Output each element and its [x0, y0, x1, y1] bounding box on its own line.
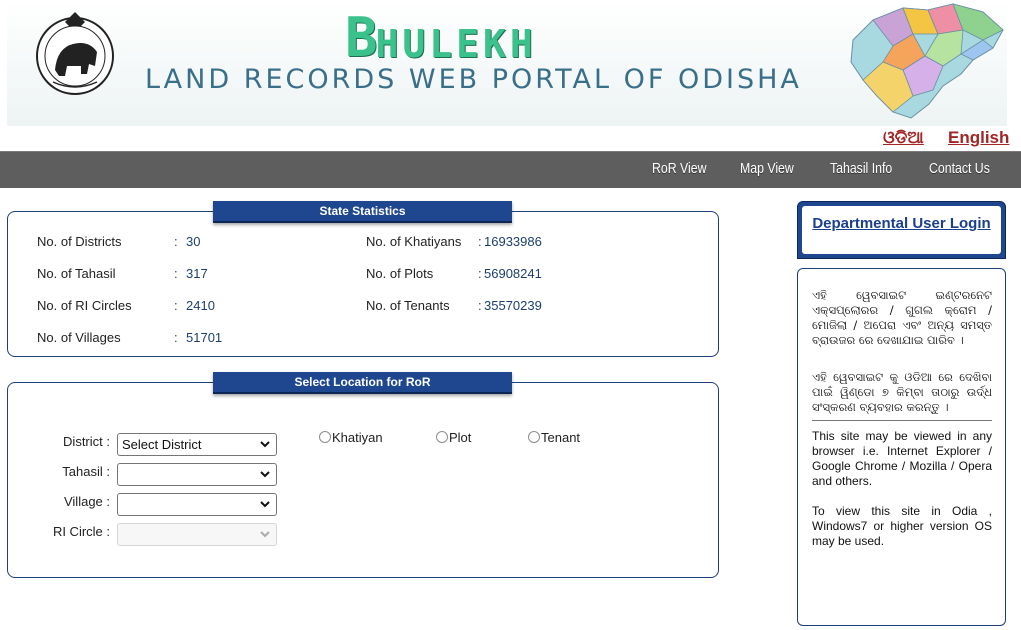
language-english-link[interactable]: English — [948, 128, 1009, 148]
departmental-login-link[interactable]: Departmental User Login — [812, 215, 990, 232]
stat-value-khatiyans: 16933986 — [484, 234, 542, 249]
stat-value-districts: 30 — [186, 234, 201, 249]
chevron-down-icon — [260, 471, 270, 478]
state-statistics-title: State Statistics — [213, 201, 512, 223]
odisha-state-emblem-icon — [36, 12, 114, 95]
stat-colon: : — [478, 234, 482, 249]
radio-tenant[interactable]: Tenant — [528, 430, 580, 445]
radio-khatiyan[interactable]: Khatiyan — [319, 430, 383, 445]
radio-khatiyan-label: Khatiyan — [332, 430, 383, 445]
stat-colon: : — [174, 234, 178, 249]
stat-colon: : — [174, 330, 178, 345]
chevron-down-icon — [260, 531, 270, 538]
info-divider — [812, 420, 992, 421]
stat-value-tenants: 35570239 — [484, 298, 542, 313]
tahasil-select[interactable] — [117, 463, 277, 486]
select-location-title: Select Location for RoR — [213, 372, 512, 394]
brand-first-letter: B — [345, 6, 378, 69]
bhulekh-logo: B HULEKH — [345, 4, 537, 69]
district-label: District : — [63, 434, 110, 449]
radio-plot-label: Plot — [449, 430, 472, 445]
stat-label-districts: No. of Districts — [37, 234, 122, 249]
stat-colon: : — [478, 266, 482, 281]
stat-label-plots: No. of Plots — [366, 266, 434, 281]
stat-value-plots: 56908241 — [484, 266, 542, 281]
district-select-value: Select District — [122, 437, 202, 452]
odisha-district-map-icon — [850, 3, 1004, 119]
radio-tenant-label: Tenant — [541, 430, 581, 445]
stat-label-ri-circles: No. of RI Circles — [37, 298, 132, 313]
stat-label-tenants: No. of Tenants — [366, 298, 450, 313]
login-inner: Departmental User Login — [802, 206, 1001, 254]
village-label: Village : — [63, 494, 110, 509]
stat-value-tahasil: 317 — [186, 266, 208, 281]
info-odia-browsers: ଏହି ୱେବସାଇଟ ଇଣ୍ଟରନେଟ ଏକ୍ସପ୍ଲୋରର / ଗୁଗଲ କ… — [812, 288, 992, 347]
radio-circle[interactable] — [319, 431, 331, 443]
stat-colon: : — [174, 298, 178, 313]
village-select[interactable] — [117, 493, 277, 516]
ri-circle-label: RI Circle : — [52, 524, 110, 539]
select-location-panel — [7, 382, 719, 578]
departmental-login-panel: Departmental User Login — [797, 201, 1006, 259]
chevron-down-icon — [260, 501, 270, 508]
state-statistics-panel: No. of Districts : 30 No. of Tahasil : 3… — [7, 211, 719, 357]
stat-label-khatiyans: No. of Khatiyans — [366, 234, 462, 249]
info-en-browsers: This site may be viewed in any browser i… — [812, 429, 992, 488]
ri-circle-select[interactable] — [117, 523, 277, 546]
stat-colon: : — [174, 266, 178, 281]
main-nav-bar: RoR View Map View Tahasil Info Contact U… — [0, 151, 1021, 188]
nav-tahasil-info[interactable]: Tahasil Info — [830, 160, 892, 177]
brand-rest-letters: HULEKH — [375, 22, 537, 66]
nav-map-view[interactable]: Map View — [740, 160, 794, 177]
stat-label-villages: No. of Villages — [37, 330, 121, 345]
tahasil-label: Tahasil : — [62, 464, 110, 479]
header-banner: B HULEKH LAND RECORDS WEB PORTAL OF ODIS… — [7, 0, 1007, 126]
stat-colon: : — [478, 298, 482, 313]
stat-value-ri-circles: 2410 — [186, 298, 215, 313]
radio-circle[interactable] — [528, 431, 540, 443]
info-odia-windows: ଏହି ୱେବସାଇଟ କୁ ଓଡିଆ ରେ ଦେଖିବା ପାଇଁ ୱିଣ୍ଡ… — [812, 370, 992, 414]
chevron-down-icon — [260, 441, 270, 448]
info-en-windows: To view this site in Odia , Windows7 or … — [812, 504, 992, 548]
language-odia-link[interactable]: ଓଡିଆ — [883, 128, 924, 148]
radio-plot[interactable]: Plot — [436, 430, 471, 445]
nav-ror-view[interactable]: RoR View — [652, 160, 706, 177]
stat-value-villages: 51701 — [186, 330, 223, 345]
stat-label-tahasil: No. of Tahasil — [37, 266, 116, 281]
portal-subtitle: LAND RECORDS WEB PORTAL OF ODISHA — [145, 64, 802, 95]
nav-contact-us[interactable]: Contact Us — [929, 160, 990, 177]
browser-info-panel: ଏହି ୱେବସାଇଟ ଇଣ୍ଟରନେଟ ଏକ୍ସପ୍ଲୋରର / ଗୁଗଲ କ… — [797, 268, 1006, 626]
district-select[interactable]: Select District — [117, 433, 277, 456]
radio-circle[interactable] — [436, 431, 448, 443]
